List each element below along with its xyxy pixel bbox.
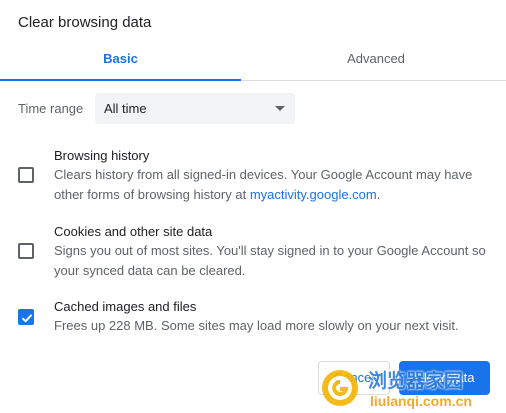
cached-images-description: Frees up 228 MB. Some sites may load mor…: [54, 318, 459, 333]
browsing-history-description: Clears history from all signed-in device…: [54, 165, 494, 205]
time-range-select[interactable]: All time: [95, 93, 295, 124]
browsing-history-desc-suffix: .: [376, 187, 381, 202]
dialog-title: Clear browsing data: [18, 14, 152, 31]
clear-browsing-data-dialog: Clear browsing data Basic Advanced Time …: [0, 0, 506, 413]
tab-bar: Basic Advanced: [0, 40, 506, 81]
browsing-history-checkbox[interactable]: [18, 167, 34, 183]
checkmark-icon: [21, 314, 33, 323]
active-tab-indicator: [0, 79, 241, 81]
cancel-button[interactable]: Cancel: [318, 361, 390, 395]
time-range-label: Time range: [18, 101, 84, 116]
tab-advanced[interactable]: Advanced: [246, 40, 506, 80]
cookies-title: Cookies and other site data: [54, 224, 213, 239]
tab-advanced-label: Advanced: [347, 51, 405, 66]
time-range-value: All time: [104, 101, 147, 116]
myactivity-link[interactable]: myactivity.google.com: [250, 187, 377, 202]
tab-basic-label: Basic: [103, 51, 138, 66]
tab-basic[interactable]: Basic: [0, 40, 241, 81]
cached-images-checkbox[interactable]: [18, 309, 34, 325]
cookies-description: Signs you out of most sites. You'll stay…: [54, 243, 486, 278]
cached-images-title: Cached images and files: [54, 299, 197, 314]
browsing-history-title: Browsing history: [54, 148, 150, 163]
watermark-url: liulanqi.com.cn: [370, 393, 472, 409]
clear-data-button[interactable]: Clear data: [399, 361, 490, 395]
dropdown-arrow-icon: [275, 106, 285, 111]
cookies-checkbox[interactable]: [18, 243, 34, 259]
